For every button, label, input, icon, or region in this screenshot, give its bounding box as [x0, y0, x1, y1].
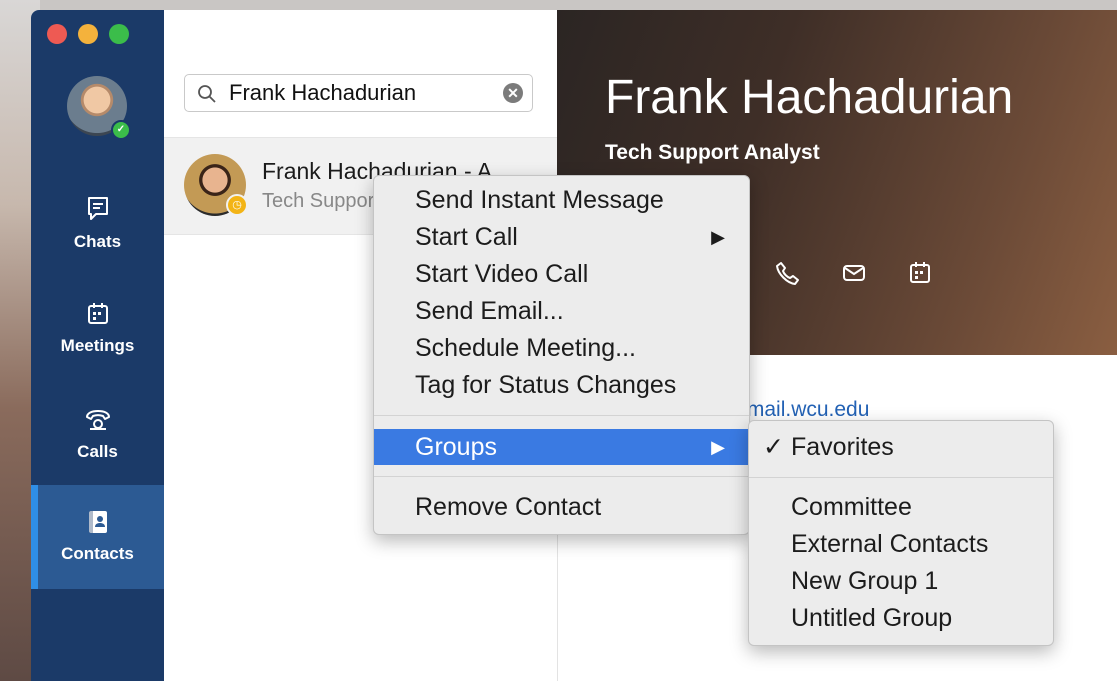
nav-item-chats[interactable]: Chats — [31, 176, 164, 272]
away-status-icon: ◷ — [226, 194, 248, 216]
group-item-label: New Group 1 — [791, 567, 939, 595]
call-phone-icon[interactable] — [775, 260, 801, 286]
menu-divider — [374, 476, 749, 477]
email-envelope-icon[interactable] — [841, 260, 867, 286]
detail-action-bar — [775, 260, 933, 286]
clear-search-icon[interactable]: ✕ — [503, 83, 523, 103]
nav-item-contacts[interactable]: Contacts — [31, 485, 164, 589]
group-item-favorites[interactable]: ✓ Favorites — [749, 429, 1053, 465]
search-box[interactable]: ✕ — [184, 74, 533, 112]
menu-item-groups[interactable]: Groups ▶ — [374, 429, 749, 465]
group-item-external-contacts[interactable]: External Contacts — [749, 526, 1053, 562]
menu-divider — [374, 415, 749, 416]
menu-item-send-email[interactable]: Send Email... — [374, 293, 749, 329]
menu-item-label: Start Call — [415, 223, 518, 251]
menu-item-label: Send Email... — [415, 297, 564, 325]
menu-item-send-instant-message[interactable]: Send Instant Message — [374, 182, 749, 218]
close-window-button[interactable] — [47, 24, 67, 44]
group-item-new-group-1[interactable]: New Group 1 — [749, 563, 1053, 599]
schedule-calendar-icon[interactable] — [907, 260, 933, 286]
nav-label-meetings: Meetings — [60, 336, 135, 355]
search-input[interactable] — [229, 79, 489, 107]
contacts-book-icon — [88, 511, 107, 533]
nav-label-contacts: Contacts — [61, 544, 134, 563]
nav-item-calls[interactable]: Calls — [31, 388, 164, 484]
detail-contact-title: Tech Support Analyst — [605, 141, 820, 164]
menu-item-remove-contact[interactable]: Remove Contact — [374, 489, 749, 525]
contact-context-menu: Send Instant Message Start Call ▶ Start … — [373, 175, 750, 535]
group-item-committee[interactable]: Committee — [749, 489, 1053, 525]
search-icon — [198, 85, 216, 103]
group-item-label: External Contacts — [791, 530, 989, 558]
group-item-label: Favorites — [791, 433, 894, 461]
menu-item-label: Send Instant Message — [415, 186, 664, 214]
menu-item-start-call[interactable]: Start Call ▶ — [374, 219, 749, 255]
menu-item-label: Start Video Call — [415, 260, 589, 288]
submenu-divider — [749, 477, 1053, 478]
zoom-window-button[interactable] — [109, 24, 129, 44]
group-item-label: Untitled Group — [791, 604, 953, 632]
submenu-arrow-icon: ▶ — [711, 227, 725, 247]
chat-bubble-icon — [87, 197, 108, 220]
nav-label-chats: Chats — [73, 232, 122, 251]
menu-item-label: Tag for Status Changes — [415, 371, 677, 399]
detail-contact-name: Frank Hachadurian — [605, 71, 1014, 124]
groups-submenu: ✓ Favorites Committee External Contacts … — [748, 420, 1054, 646]
menu-item-label: Remove Contact — [415, 493, 602, 521]
phone-icon — [85, 410, 110, 430]
submenu-arrow-icon: ▶ — [711, 437, 725, 457]
available-status-icon: ✓ — [111, 120, 131, 140]
nav-item-meetings[interactable]: Meetings — [31, 282, 164, 378]
window-controls — [47, 24, 129, 44]
calendar-icon — [87, 303, 108, 324]
nav-label-calls: Calls — [77, 442, 118, 461]
menu-item-schedule-meeting[interactable]: Schedule Meeting... — [374, 330, 749, 366]
navigation-rail: ✓ Chats Meetings Calls Contacts — [31, 10, 164, 681]
menu-item-label: Groups — [415, 433, 497, 461]
minimize-window-button[interactable] — [78, 24, 98, 44]
menu-item-tag-for-status-changes[interactable]: Tag for Status Changes — [374, 367, 749, 403]
checkmark-icon: ✓ — [763, 433, 784, 461]
menu-item-start-video-call[interactable]: Start Video Call — [374, 256, 749, 292]
menu-item-label: Schedule Meeting... — [415, 334, 636, 362]
group-item-label: Committee — [791, 493, 912, 521]
group-item-untitled-group[interactable]: Untitled Group — [749, 600, 1053, 636]
